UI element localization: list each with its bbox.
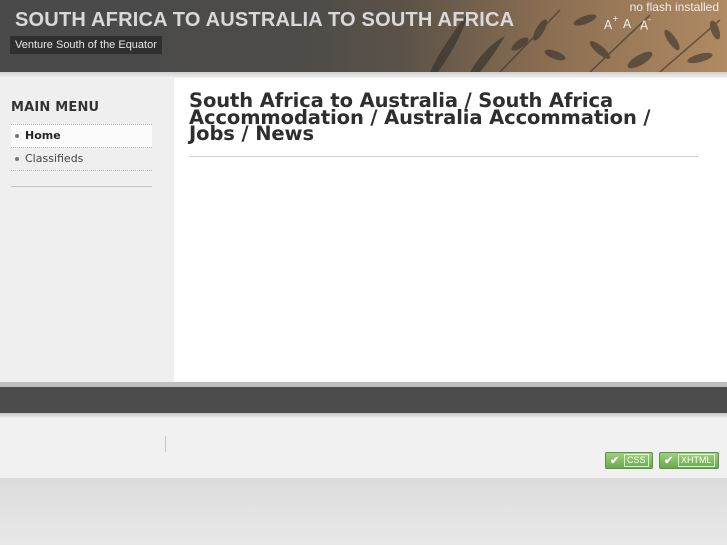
title-divider: [189, 156, 698, 157]
bullet-icon: [15, 157, 19, 161]
menu-title: MAIN MENU: [11, 100, 100, 115]
main-content: South Africa to Australia / South Africa…: [174, 78, 727, 382]
menu-item-home[interactable]: Home: [11, 124, 152, 147]
css-valid-badge[interactable]: ✔ CSS: [605, 452, 653, 469]
main-menu: Home Classifieds: [11, 124, 152, 171]
site-slogan: Venture South of the Equator: [10, 36, 162, 54]
footer-divider: [165, 436, 166, 452]
menu-divider: [11, 186, 152, 187]
check-icon: ✔: [610, 455, 620, 467]
menu-item-label: Classifieds: [25, 152, 84, 165]
font-decrease-button[interactable]: A-: [640, 15, 651, 33]
site-title[interactable]: SOUTH AFRICA TO AUSTRALIA TO SOUTH AFRIC…: [15, 9, 514, 32]
flash-notice: no flash installed: [629, 0, 719, 14]
check-icon: ✔: [664, 455, 674, 467]
footer-bar: [0, 387, 727, 413]
menu-item-label: Home: [25, 129, 61, 142]
font-reset-button[interactable]: A: [623, 17, 631, 31]
page-bottom: [0, 478, 727, 545]
site-header: SOUTH AFRICA TO AUSTRALIA TO SOUTH AFRIC…: [0, 0, 727, 72]
badge-label: XHTML: [678, 454, 715, 467]
font-increase-button[interactable]: A+: [604, 14, 619, 32]
xhtml-valid-badge[interactable]: ✔ XHTML: [659, 452, 719, 469]
badge-label: CSS: [624, 454, 649, 467]
menu-item-classifieds[interactable]: Classifieds: [11, 147, 152, 171]
sidebar: MAIN MENU Home Classifieds: [0, 78, 174, 382]
page-title: South Africa to Australia / South Africa…: [189, 89, 651, 145]
bullet-icon: [15, 134, 19, 138]
footer: [0, 418, 727, 478]
